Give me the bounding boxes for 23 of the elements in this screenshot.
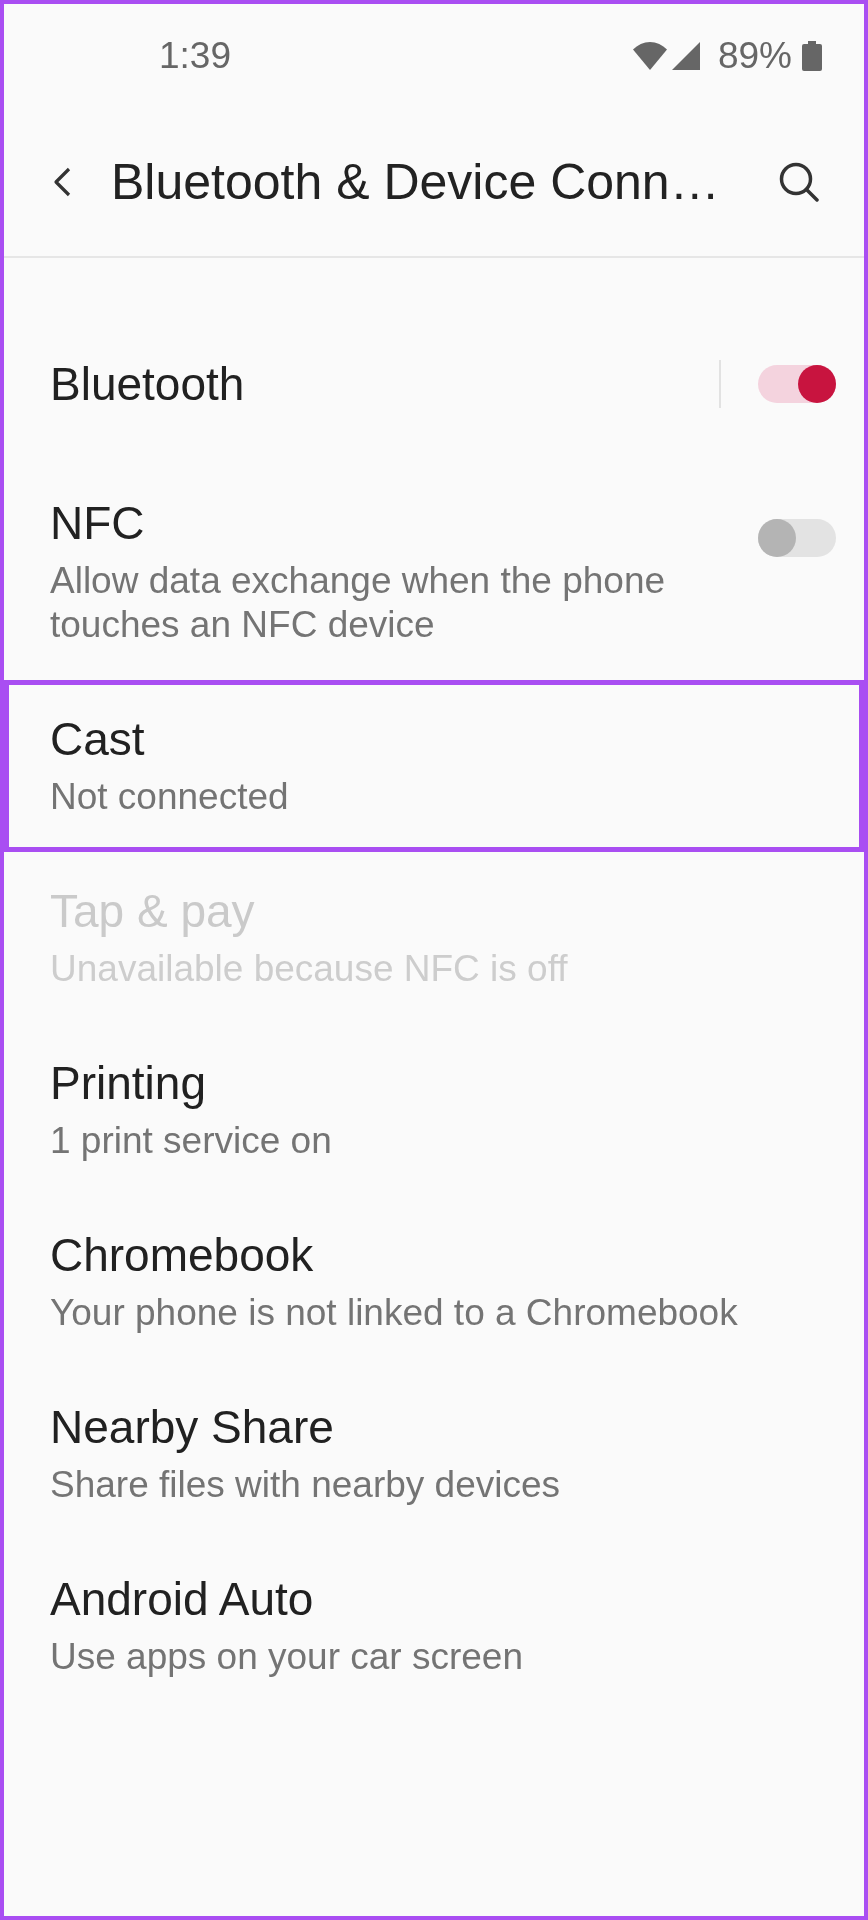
status-time: 1:39 <box>159 34 231 78</box>
setting-summary: Not connected <box>50 775 289 819</box>
back-icon <box>52 167 72 197</box>
setting-label[interactable]: Bluetooth <box>50 358 245 410</box>
setting-summary: Your phone is not linked to a Chromebook <box>50 1291 738 1335</box>
setting-label[interactable]: NFC <box>50 497 145 549</box>
setting-label[interactable]: Cast <box>50 713 145 765</box>
toggle-switch[interactable] <box>758 519 836 557</box>
setting-label[interactable]: Android Auto <box>50 1573 314 1625</box>
setting-label[interactable]: Printing <box>50 1057 206 1109</box>
setting-label[interactable]: Chromebook <box>50 1229 314 1281</box>
setting-summary: 1 print service on <box>50 1119 332 1163</box>
wifi-icon <box>632 42 667 70</box>
battery-percent: 89% <box>717 34 792 78</box>
toggle-switch[interactable] <box>758 365 836 403</box>
setting-label[interactable]: Nearby Share <box>50 1401 334 1453</box>
battery-icon <box>802 41 822 71</box>
search-icon <box>779 162 819 202</box>
signal-icon <box>671 42 700 70</box>
setting-summary: Share files with nearby devices <box>50 1463 561 1507</box>
setting-summary: Use apps on your car screen <box>50 1635 523 1679</box>
page-title: Bluetooth & Device Conn… <box>111 153 721 212</box>
setting-summary: Allow data exchange when the phone touches an NFC device <box>50 559 667 647</box>
